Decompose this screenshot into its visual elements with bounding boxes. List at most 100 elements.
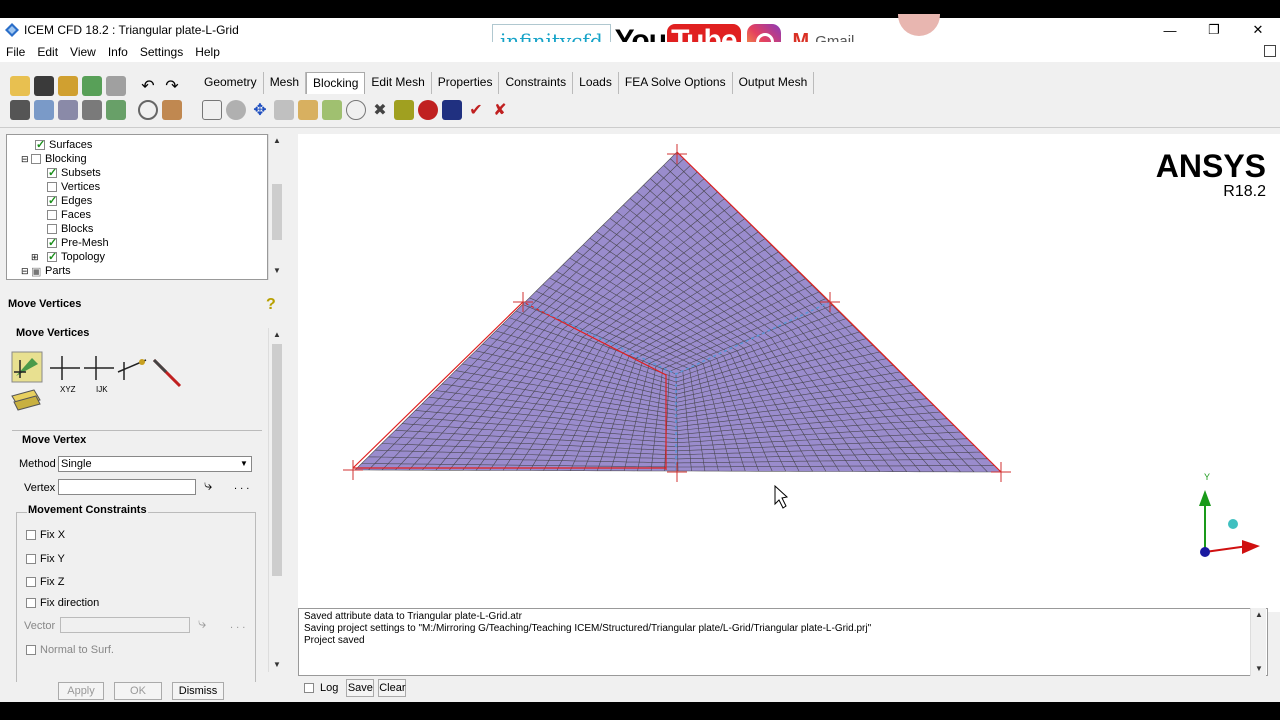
checkbox-vertices[interactable] — [47, 182, 57, 192]
tab-mesh[interactable]: Mesh — [264, 72, 307, 94]
tree-item-blocks[interactable]: Blocks — [47, 222, 93, 236]
merge-vertices-icon[interactable]: ✥ — [250, 100, 270, 120]
collapse-icon[interactable]: ⊟ — [21, 154, 31, 165]
zoom-box-icon[interactable] — [34, 100, 54, 120]
checkbox-pre-mesh[interactable] — [47, 236, 57, 249]
transform-blocks-icon[interactable] — [346, 100, 366, 120]
measure-icon[interactable] — [58, 100, 78, 120]
snap-project-tool-icon[interactable] — [152, 358, 182, 388]
checkbox-blocking[interactable] — [31, 154, 41, 164]
help-icon[interactable]: ? — [266, 296, 280, 314]
fit-window-icon[interactable] — [10, 100, 30, 120]
menu-view[interactable]: View — [64, 45, 102, 59]
checkbox-subsets[interactable] — [47, 166, 57, 179]
tab-output-mesh[interactable]: Output Mesh — [733, 72, 815, 94]
scroll-up-icon[interactable]: ▲ — [1251, 608, 1267, 622]
ok-button[interactable]: OK — [114, 682, 162, 700]
open-project-icon[interactable] — [10, 76, 30, 96]
scroll-up-icon[interactable]: ▲ — [269, 134, 285, 148]
checkbox-surfaces[interactable] — [35, 138, 45, 151]
log-checkbox[interactable] — [304, 683, 314, 693]
save-log-button[interactable]: Save — [346, 679, 375, 697]
move-vertex-tool-icon[interactable] — [11, 351, 43, 383]
edit-edge-icon[interactable]: ✖ — [370, 100, 390, 120]
fix-z-checkbox[interactable]: Fix Z — [26, 576, 64, 588]
save-project-icon[interactable] — [34, 76, 54, 96]
redo-icon[interactable]: ↷ — [162, 76, 182, 96]
checkbox[interactable] — [26, 577, 36, 587]
set-location-tool-icon[interactable] — [11, 389, 41, 411]
checkbox-edges[interactable] — [47, 194, 57, 207]
float-window-icon[interactable] — [1264, 45, 1276, 57]
close-icon[interactable]: ✕ — [1236, 18, 1280, 42]
undo-icon[interactable]: ↶ — [138, 76, 158, 96]
solid-shade-icon[interactable] — [162, 100, 182, 120]
open-blocking-icon[interactable] — [82, 76, 102, 96]
delete-block-icon[interactable]: ✔ — [466, 100, 486, 120]
tab-edit-mesh[interactable]: Edit Mesh — [365, 72, 432, 94]
open-mesh-icon[interactable] — [106, 76, 126, 96]
tree-item-faces[interactable]: Faces — [47, 208, 91, 222]
align-vertices-tool-icon[interactable] — [117, 359, 147, 380]
collapse-icon[interactable]: ⊟ — [21, 266, 31, 277]
checkbox-faces[interactable] — [47, 210, 57, 220]
set-ijk-tool-icon[interactable]: IJK — [84, 356, 114, 394]
tree-item-parts[interactable]: ⊟ ▣ Parts — [21, 264, 71, 278]
select-cursor-icon[interactable]: ⤷ — [204, 477, 212, 494]
fix-y-checkbox[interactable]: Fix Y — [26, 553, 65, 565]
edit-block-icon[interactable] — [274, 100, 294, 120]
pre-mesh-params-icon[interactable] — [394, 100, 414, 120]
pre-mesh-smooth-icon[interactable] — [418, 100, 438, 120]
tree-item-blocking[interactable]: ⊟ Blocking — [21, 152, 87, 166]
associate-icon[interactable] — [298, 100, 318, 120]
clear-log-button[interactable]: Clear — [378, 679, 407, 697]
scroll-up-icon[interactable]: ▲ — [269, 328, 285, 342]
move-vertex-icon[interactable] — [322, 100, 342, 120]
checkbox[interactable] — [26, 598, 36, 608]
fix-direction-checkbox[interactable]: Fix direction — [26, 597, 99, 609]
checkbox[interactable] — [26, 554, 36, 564]
panel-scrollbar[interactable]: ▲ ▼ — [268, 328, 284, 672]
fix-x-checkbox[interactable]: Fix X — [26, 529, 65, 541]
scroll-down-icon[interactable]: ▼ — [1251, 662, 1267, 676]
method-select[interactable]: Single ▼ — [58, 456, 252, 472]
create-block-icon[interactable] — [202, 100, 222, 120]
vertex-input[interactable] — [58, 479, 196, 495]
menu-help[interactable]: Help — [189, 45, 226, 59]
menu-edit[interactable]: Edit — [31, 45, 64, 59]
checkbox-blocks[interactable] — [47, 224, 57, 234]
menu-file[interactable]: File — [0, 45, 31, 59]
message-window[interactable]: Saved attribute data to Triangular plate… — [298, 608, 1268, 676]
tab-loads[interactable]: Loads — [573, 72, 619, 94]
more-options-icon[interactable]: . . . — [234, 480, 249, 492]
dist-icon[interactable] — [82, 100, 102, 120]
chevron-down-icon[interactable]: ▼ — [237, 457, 251, 471]
restore-icon[interactable]: ❐ — [1192, 18, 1236, 42]
scroll-thumb[interactable] — [272, 184, 282, 240]
menu-settings[interactable]: Settings — [134, 45, 189, 59]
tree-item-topology[interactable]: ⊞Topology — [31, 250, 105, 264]
check-blocks-icon[interactable] — [442, 100, 462, 120]
dismiss-button[interactable]: Dismiss — [172, 682, 224, 700]
tree-item-vertices[interactable]: Vertices — [47, 180, 100, 194]
set-position-tool-icon[interactable]: XYZ — [50, 356, 80, 394]
tab-geometry[interactable]: Geometry — [198, 72, 264, 94]
tree-item-edges[interactable]: Edges — [47, 194, 92, 208]
tree-item-pre-mesh[interactable]: Pre-Mesh — [47, 236, 109, 250]
graphics-viewport[interactable]: Y ANSYS R18.2 — [298, 134, 1280, 612]
checkbox-topology[interactable] — [47, 250, 57, 263]
message-scrollbar[interactable]: ▲ ▼ — [1250, 608, 1266, 676]
tab-blocking[interactable]: Blocking — [306, 72, 366, 94]
hotkey-icon[interactable] — [106, 100, 126, 120]
checkbox[interactable] — [26, 530, 36, 540]
split-block-icon[interactable] — [226, 100, 246, 120]
tab-constraints[interactable]: Constraints — [499, 72, 574, 94]
tree-item-subsets[interactable]: Subsets — [47, 166, 101, 180]
menu-info[interactable]: Info — [102, 45, 134, 59]
tree-scrollbar[interactable]: ▲ ▼ — [268, 134, 284, 280]
wireframe-icon[interactable] — [138, 100, 158, 120]
open-geometry-icon[interactable] — [58, 76, 78, 96]
scroll-thumb[interactable] — [272, 344, 282, 576]
apply-button[interactable]: Apply — [58, 682, 104, 700]
delete-icon[interactable]: ✘ — [490, 100, 510, 120]
